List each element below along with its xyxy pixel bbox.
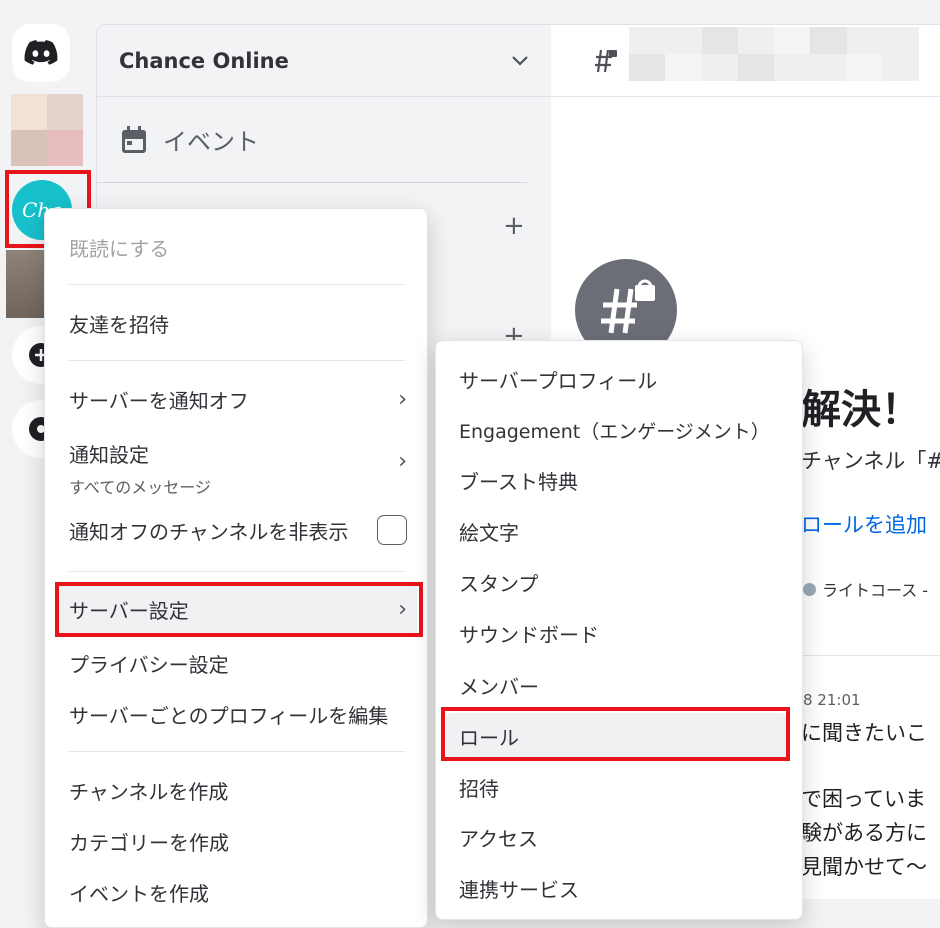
menu-separator — [69, 571, 405, 572]
calendar-icon — [122, 125, 146, 153]
chevron-right-icon: › — [398, 449, 407, 474]
server-context-menu: 既読にする 友達を招待 サーバーを通知オフ › 通知設定 すべてのメッセージ › … — [44, 208, 428, 928]
submenu-item-soundboard[interactable]: サウンドボード — [459, 619, 599, 648]
submenu-item-server-profile[interactable]: サーバープロフィール — [459, 365, 657, 394]
submenu-item-boost-perks[interactable]: ブースト特典 — [459, 466, 578, 495]
role-color-dot — [803, 582, 816, 596]
role-pill: ライトコース - — [803, 577, 928, 601]
chevron-down-icon — [512, 55, 528, 66]
menu-sublabel: すべてのメッセージ — [69, 478, 211, 497]
menu-separator — [69, 284, 405, 285]
menu-item-invite[interactable]: 友達を招待 — [69, 309, 407, 338]
discord-logo-icon — [24, 40, 58, 65]
submenu-item-engagement[interactable]: Engagement（エンゲージメント） — [459, 417, 770, 444]
message-line: で困っていま — [801, 787, 926, 811]
highlight-box-roles — [441, 707, 790, 761]
chevron-right-icon: › — [398, 387, 407, 412]
menu-item-create-event[interactable]: イベントを作成 — [69, 878, 407, 907]
menu-item-privacy-settings[interactable]: プライバシー設定 — [69, 649, 407, 678]
server-icon-blurred-2[interactable] — [6, 250, 44, 318]
server-name: Chance Online — [119, 48, 289, 73]
menu-item-create-category[interactable]: カテゴリーを作成 — [69, 827, 407, 856]
discord-home-button[interactable] — [12, 24, 70, 82]
menu-label: 友達を招待 — [69, 313, 169, 337]
menu-label: 通知設定 — [69, 443, 149, 467]
submenu-item-stickers[interactable]: スタンプ — [459, 568, 538, 597]
highlight-box-server-settings — [55, 582, 423, 637]
message-line: に聞きたいこ — [801, 721, 927, 745]
menu-label: サーバーごとのプロフィールを編集 — [69, 704, 389, 728]
add-channel-plus-icon[interactable]: + — [503, 211, 525, 241]
message-line: 験がある方に — [801, 821, 927, 845]
submenu-item-invites[interactable]: 招待 — [459, 773, 499, 802]
menu-label: イベントを作成 — [69, 882, 209, 906]
channel-header — [551, 25, 940, 97]
events-label: イベント — [163, 128, 259, 156]
add-role-link[interactable]: ロールを追加 — [801, 509, 927, 539]
checkbox[interactable] — [377, 515, 407, 545]
message-line: 見聞かせて〜 — [801, 855, 927, 879]
menu-separator — [69, 360, 405, 361]
server-settings-submenu: サーバープロフィール Engagement（エンゲージメント） ブースト特典 絵… — [435, 340, 803, 920]
welcome-subtitle: チャンネル「# — [801, 449, 940, 473]
welcome-title: 解決！ — [801, 387, 921, 433]
events-link[interactable]: イベント — [97, 97, 527, 183]
menu-label: カテゴリーを作成 — [69, 831, 229, 855]
menu-item-mute-server[interactable]: サーバーを通知オフ › — [69, 385, 407, 414]
submenu-item-access[interactable]: アクセス — [459, 823, 538, 852]
menu-label: サーバーを通知オフ — [69, 389, 249, 413]
menu-item-create-channel[interactable]: チャンネルを作成 — [69, 776, 407, 805]
role-pill-label: ライトコース - — [822, 581, 929, 600]
menu-label: 通知オフのチャンネルを非表示 — [69, 519, 349, 544]
hash-lock-icon — [601, 279, 655, 334]
menu-label: 既読にする — [69, 237, 170, 261]
menu-item-mark-read[interactable]: 既読にする — [69, 233, 407, 262]
submenu-item-members[interactable]: メンバー — [459, 671, 539, 700]
submenu-item-emoji[interactable]: 絵文字 — [459, 517, 519, 546]
channel-name-blurred — [629, 27, 919, 81]
server-icon-blurred[interactable] — [11, 94, 83, 166]
locked-channel-icon — [595, 49, 617, 72]
divider — [801, 655, 940, 656]
menu-item-hide-muted[interactable]: 通知オフのチャンネルを非表示 — [69, 515, 407, 545]
menu-item-notification-settings[interactable]: 通知設定 すべてのメッセージ › — [69, 439, 407, 498]
server-header[interactable]: Chance Online — [97, 25, 551, 97]
menu-separator — [69, 751, 405, 752]
menu-item-edit-profile[interactable]: サーバーごとのプロフィールを編集 — [69, 700, 407, 729]
menu-label: プライバシー設定 — [69, 653, 229, 677]
message-timestamp: 8 21:01 — [803, 691, 861, 709]
menu-label: チャンネルを作成 — [69, 780, 229, 804]
